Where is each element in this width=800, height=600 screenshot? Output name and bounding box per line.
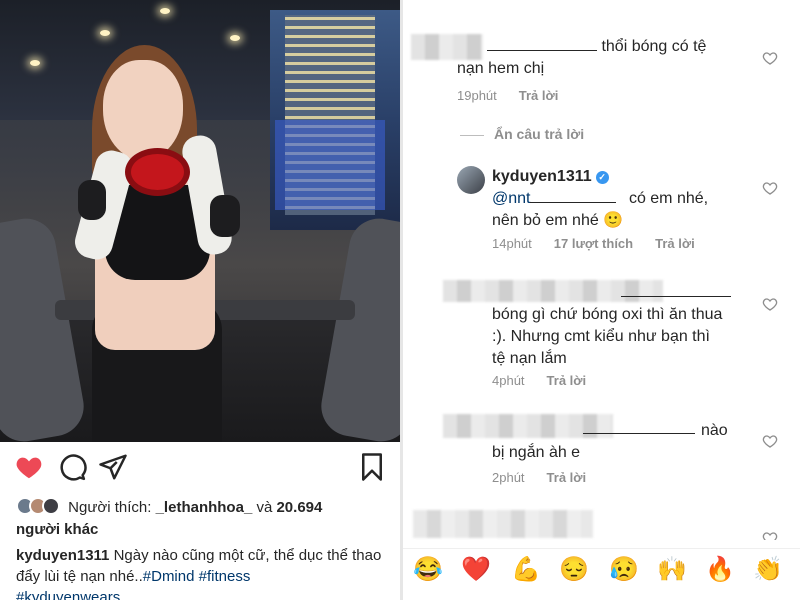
photo-glove <box>78 180 106 220</box>
verified-badge-icon: ✓ <box>595 171 609 184</box>
bookmark-icon[interactable] <box>357 452 389 484</box>
likes-count[interactable]: 20.694 <box>276 499 322 516</box>
red-heart-emoji-icon[interactable]: ❤️ <box>461 555 491 585</box>
like-comment-heart-icon[interactable] <box>762 50 778 66</box>
reply-button[interactable]: Trả lời <box>547 373 587 388</box>
comment-meta: 19phút Trả lời <box>457 88 580 103</box>
comment-text-line2: nạn hem chị <box>457 60 545 77</box>
comment-text: thổi bóng có tệ <box>457 36 767 58</box>
mention-link[interactable]: @nnt <box>492 190 530 207</box>
reply-text: nào <box>701 422 728 439</box>
reply-meta: 2phút Trả lời <box>492 470 608 485</box>
hashtag[interactable]: #kyduyenwears <box>16 589 120 600</box>
photo-glove <box>210 195 240 237</box>
pensive-emoji-icon[interactable]: 😔 <box>559 555 589 585</box>
photo-light <box>160 8 170 14</box>
post-caption: kyduyen1311 Ngày nào cũng một cữ, thể dụ… <box>16 545 396 600</box>
reply-button[interactable]: Trả lời <box>655 236 695 251</box>
reply-button[interactable]: Trả lời <box>519 88 559 103</box>
clapping-hands-emoji-icon[interactable]: 👏 <box>753 555 783 585</box>
likes-suffix[interactable]: người khác <box>16 521 98 538</box>
raising-hands-emoji-icon[interactable]: 🙌 <box>657 555 687 585</box>
smile-emoji-icon: 🙂 <box>603 212 624 229</box>
comment-icon[interactable] <box>57 452 89 484</box>
likes-user[interactable]: _lethanhhoa_ <box>156 499 253 516</box>
fire-emoji-icon[interactable]: 🔥 <box>705 555 735 585</box>
hashtag[interactable]: #Dmind <box>143 568 195 585</box>
photo-light <box>230 35 240 41</box>
reply-text-line3: tệ nạn lắm <box>492 350 567 367</box>
photo-blue-light <box>275 120 385 210</box>
share-icon[interactable] <box>98 452 130 484</box>
likes-prefix: Người thích: <box>68 499 156 516</box>
reply-username[interactable]: kyduyen1311 ✓ <box>492 166 609 188</box>
avatar <box>42 497 60 515</box>
redacted-mention <box>621 283 731 297</box>
like-comment-heart-icon[interactable] <box>762 296 778 312</box>
like-comment-heart-icon[interactable] <box>762 433 778 449</box>
blurred-next-comment <box>413 510 593 538</box>
liker-avatars <box>16 497 64 515</box>
emoji-reaction-bar: 😂 ❤️ 💪 😔 😥 🙌 🔥 👏 <box>403 548 800 588</box>
likes-summary[interactable]: Người thích: _lethanhhoa_ và 20.694 ngườ… <box>16 497 396 541</box>
post-action-bar <box>0 452 400 486</box>
photo-light <box>100 30 110 36</box>
like-comment-heart-icon[interactable] <box>762 180 778 196</box>
reply-meta: 14phút 17 lượt thích Trả lời <box>492 236 717 251</box>
redacted-mention <box>530 189 617 203</box>
photo-light <box>30 60 40 66</box>
sad-sweat-emoji-icon[interactable]: 😥 <box>609 555 639 585</box>
reply-text: @nnt có em nhé, <box>492 189 709 207</box>
redacted-mention <box>583 420 695 434</box>
photo-person-face <box>103 60 183 160</box>
caption-username[interactable]: kyduyen1311 <box>16 547 109 564</box>
reply-text: bóng gì chứ bóng oxi thì ăn thua <box>492 306 723 323</box>
avatar[interactable] <box>457 166 485 194</box>
flexed-biceps-emoji-icon[interactable]: 💪 <box>511 555 541 585</box>
comments-panel: thổi bóng có tệ nạn hem chị 19phút Trả lờ… <box>403 0 800 600</box>
heart-icon[interactable] <box>14 452 46 484</box>
redacted-mention <box>487 37 597 51</box>
hide-replies-toggle[interactable]: Ẩn câu trả lời <box>460 126 584 142</box>
reply-text-line2: bị ngắn àh e <box>492 444 581 461</box>
reply-time: 4phút <box>492 373 525 388</box>
reply-meta: 4phút Trả lời <box>492 373 608 388</box>
reply-likes-count[interactable]: 17 lượt thích <box>554 236 633 251</box>
hashtag[interactable]: #fitness <box>199 568 251 585</box>
likes-connector: và <box>252 499 277 516</box>
reply-text-line2: nên bỏ em nhé 🙂 <box>492 212 624 229</box>
reply-time: 2phút <box>492 470 525 485</box>
reply-time: 14phút <box>492 236 532 251</box>
photo-headphones <box>125 148 190 196</box>
tears-of-joy-emoji-icon[interactable]: 😂 <box>413 555 443 585</box>
like-comment-heart-icon[interactable] <box>762 530 778 540</box>
post-photo[interactable] <box>0 0 400 442</box>
reply-text-line2: :). Nhưng cmt kiểu như bạn thì <box>492 328 710 345</box>
reply-button[interactable]: Trả lời <box>547 470 587 485</box>
comment-time: 19phút <box>457 88 497 103</box>
post-panel: Người thích: _lethanhhoa_ và 20.694 ngườ… <box>0 0 400 600</box>
